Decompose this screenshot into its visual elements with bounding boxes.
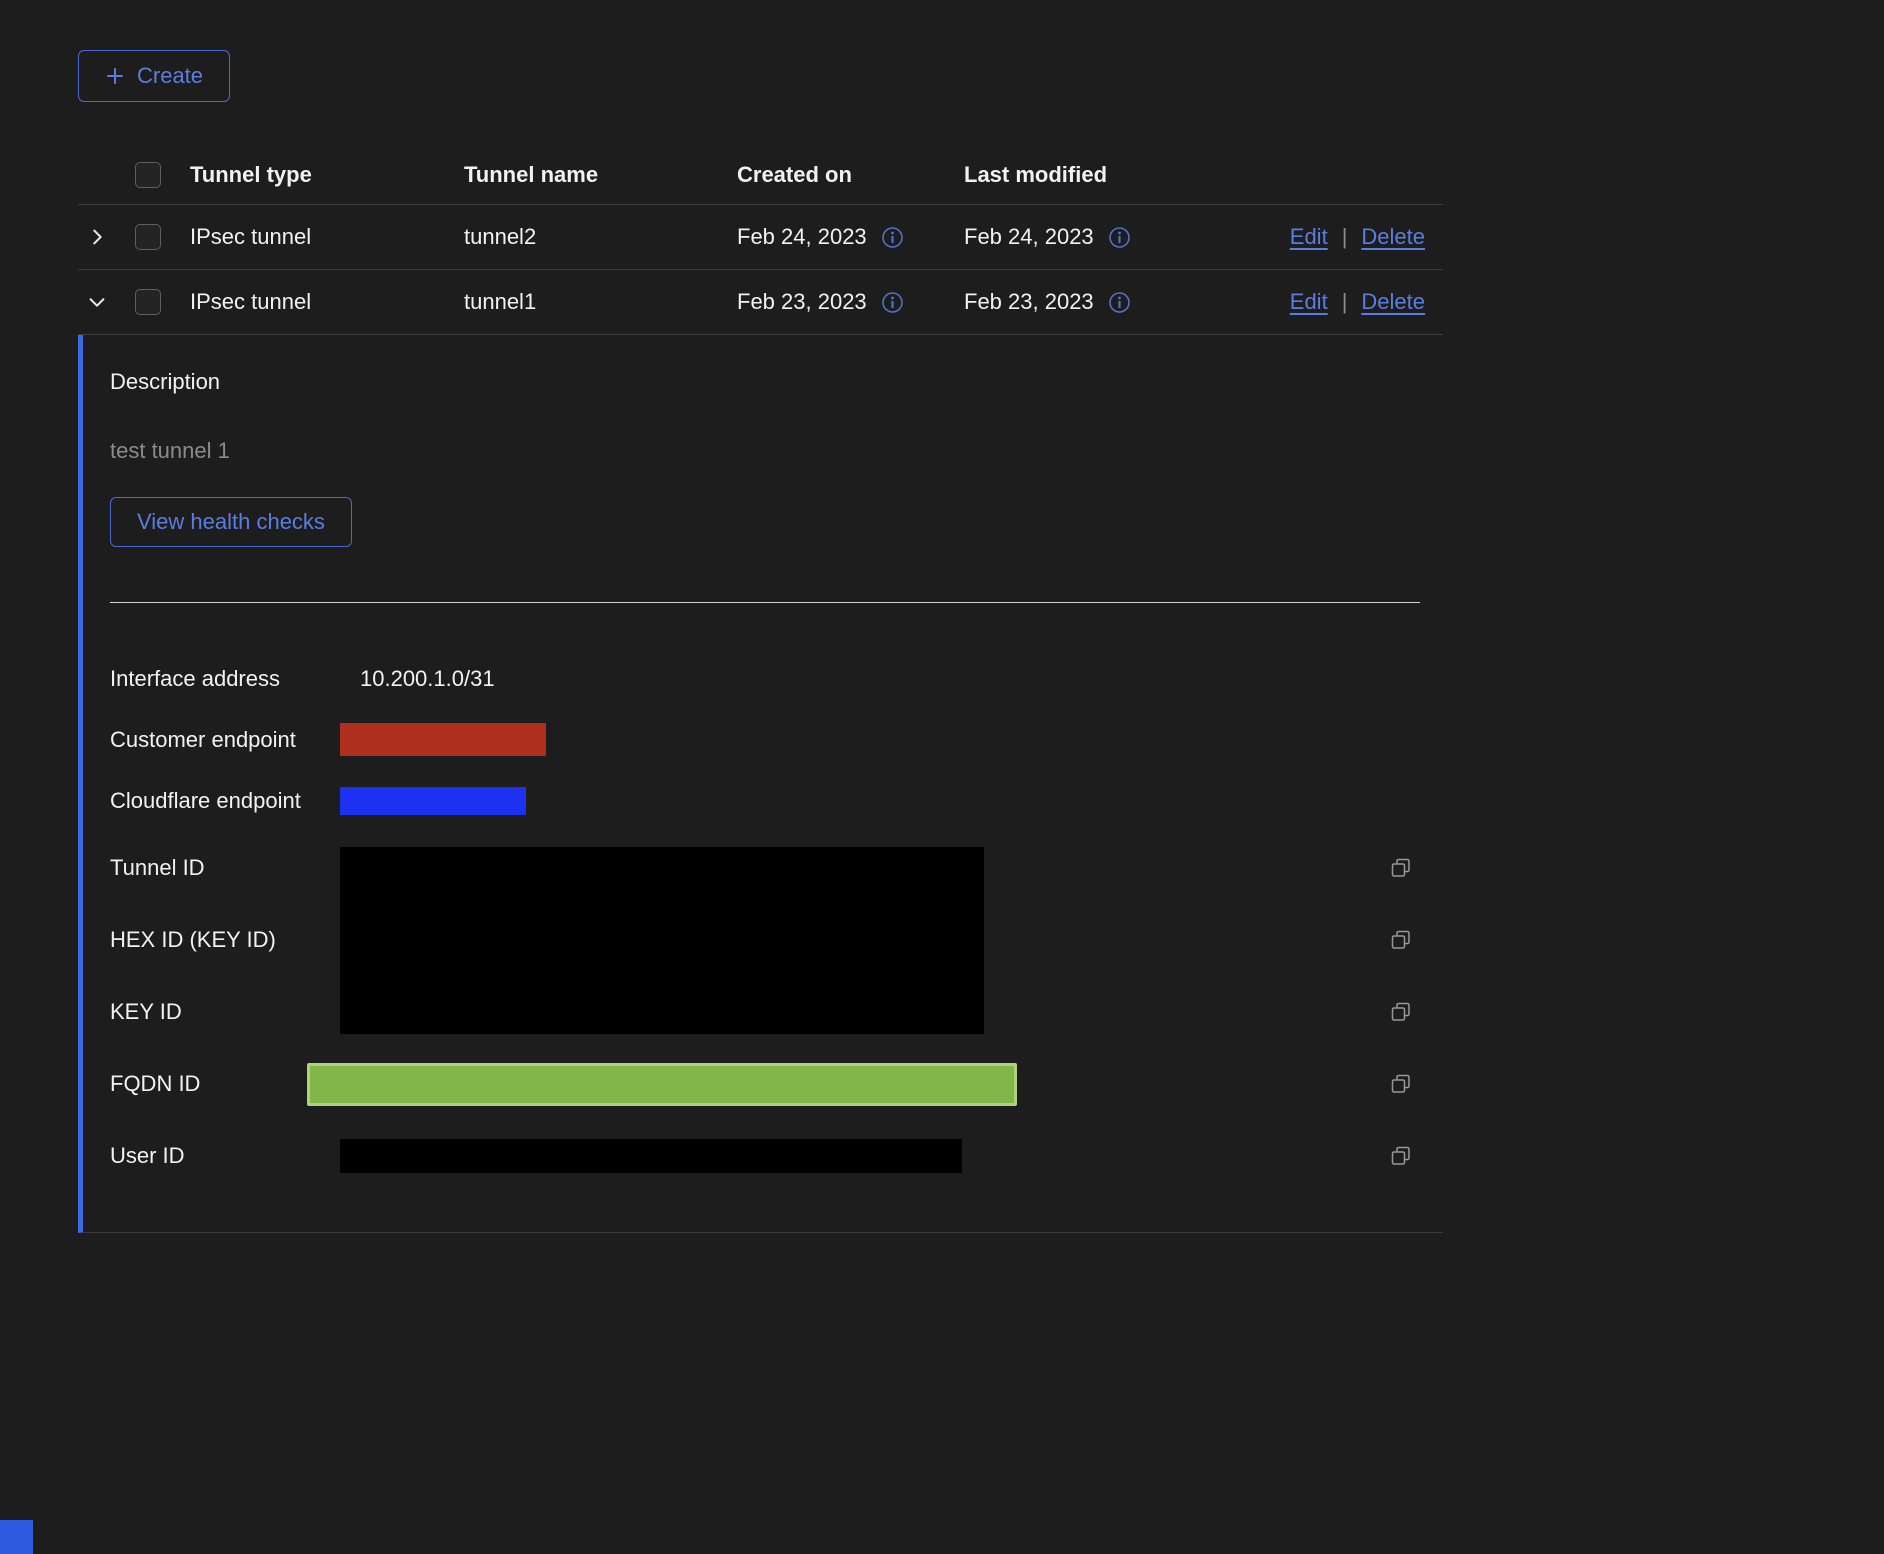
- copy-icon[interactable]: [1390, 929, 1412, 951]
- view-health-checks-label: View health checks: [137, 509, 325, 535]
- checkbox-cell: [135, 289, 190, 315]
- tunnel-detail-panel: Description test tunnel 1 View health ch…: [78, 335, 1443, 1233]
- copy-icon[interactable]: [1390, 1001, 1412, 1023]
- section-divider: [110, 602, 1420, 603]
- table-header-row: Tunnel type Tunnel name Created on Last …: [78, 145, 1443, 205]
- copy-icon[interactable]: [1390, 1073, 1412, 1095]
- tunnel-name-cell: tunnel1: [464, 289, 737, 315]
- copy-icon[interactable]: [1390, 857, 1412, 879]
- row-checkbox[interactable]: [135, 224, 161, 250]
- info-icon[interactable]: [1108, 226, 1131, 249]
- edit-link[interactable]: Edit: [1290, 289, 1328, 315]
- action-separator: |: [1342, 289, 1348, 315]
- chevron-cell: [78, 226, 135, 248]
- user-id-redacted-value: [340, 1139, 962, 1173]
- create-button-label: Create: [137, 63, 203, 89]
- info-icon[interactable]: [881, 226, 904, 249]
- description-value: test tunnel 1: [110, 438, 1443, 463]
- tunnel-id-label: Tunnel ID: [110, 855, 340, 881]
- customer-endpoint-redacted-value: [340, 723, 546, 756]
- tunnel-hex-key-redacted-value: [340, 847, 984, 1034]
- fqdn-id-label: FQDN ID: [110, 1071, 340, 1097]
- info-icon[interactable]: [881, 291, 904, 314]
- header-tunnel-type: Tunnel type: [190, 162, 464, 188]
- header-checkbox-cell: [135, 162, 190, 188]
- delete-link[interactable]: Delete: [1361, 289, 1425, 315]
- last-modified-cell: Feb 23, 2023: [964, 289, 1290, 315]
- created-on-cell: Feb 24, 2023: [737, 224, 964, 250]
- expand-chevron-right-icon[interactable]: [86, 226, 108, 248]
- header-created-on: Created on: [737, 162, 964, 188]
- last-modified-value: Feb 24, 2023: [964, 224, 1094, 250]
- header-last-modified: Last modified: [964, 162, 1425, 188]
- tunnels-table: Tunnel type Tunnel name Created on Last …: [78, 145, 1443, 1233]
- select-all-checkbox[interactable]: [135, 162, 161, 188]
- table-row-tunnel1: IPsec tunnel tunnel1 Feb 23, 2023 Feb 23…: [78, 270, 1443, 335]
- bottom-left-blue-artifact: [0, 1520, 33, 1554]
- collapse-chevron-down-icon[interactable]: [86, 291, 108, 313]
- actions-cell: Edit | Delete: [1290, 224, 1443, 250]
- key-id-label: KEY ID: [110, 999, 340, 1025]
- user-id-label: User ID: [110, 1143, 340, 1169]
- cloudflare-endpoint-label: Cloudflare endpoint: [110, 788, 340, 814]
- customer-endpoint-label: Customer endpoint: [110, 727, 340, 753]
- checkbox-cell: [135, 224, 190, 250]
- actions-cell: Edit | Delete: [1290, 289, 1443, 315]
- view-health-checks-button[interactable]: View health checks: [110, 497, 352, 547]
- info-icon[interactable]: [1108, 291, 1131, 314]
- interface-address-label: Interface address: [110, 666, 340, 692]
- plus-icon: [105, 66, 125, 86]
- last-modified-cell: Feb 24, 2023: [964, 224, 1290, 250]
- tunnel-name-cell: tunnel2: [464, 224, 737, 250]
- chevron-cell: [78, 291, 135, 313]
- cloudflare-endpoint-redacted-value: [340, 787, 526, 815]
- description-label: Description: [110, 369, 1443, 394]
- edit-link[interactable]: Edit: [1290, 224, 1328, 250]
- row-checkbox[interactable]: [135, 289, 161, 315]
- copy-icon[interactable]: [1390, 1145, 1412, 1167]
- action-separator: |: [1342, 224, 1348, 250]
- tunnel-type-cell: IPsec tunnel: [190, 289, 464, 315]
- detail-fields: Interface address 10.200.1.0/31 Customer…: [110, 648, 1443, 1192]
- fqdn-id-redacted-value: [307, 1063, 1017, 1106]
- create-button[interactable]: Create: [78, 50, 230, 102]
- interface-address-value: 10.200.1.0/31: [340, 666, 1390, 692]
- created-on-value: Feb 24, 2023: [737, 224, 867, 250]
- last-modified-value: Feb 23, 2023: [964, 289, 1094, 315]
- created-on-value: Feb 23, 2023: [737, 289, 867, 315]
- tunnels-page: Create Tunnel type Tunnel name Created o…: [78, 50, 1443, 1233]
- hex-id-label: HEX ID (KEY ID): [110, 927, 340, 953]
- created-on-cell: Feb 23, 2023: [737, 289, 964, 315]
- tunnel-type-cell: IPsec tunnel: [190, 224, 464, 250]
- table-row-tunnel2: IPsec tunnel tunnel2 Feb 24, 2023 Feb 24…: [78, 205, 1443, 270]
- delete-link[interactable]: Delete: [1361, 224, 1425, 250]
- header-tunnel-name: Tunnel name: [464, 162, 737, 188]
